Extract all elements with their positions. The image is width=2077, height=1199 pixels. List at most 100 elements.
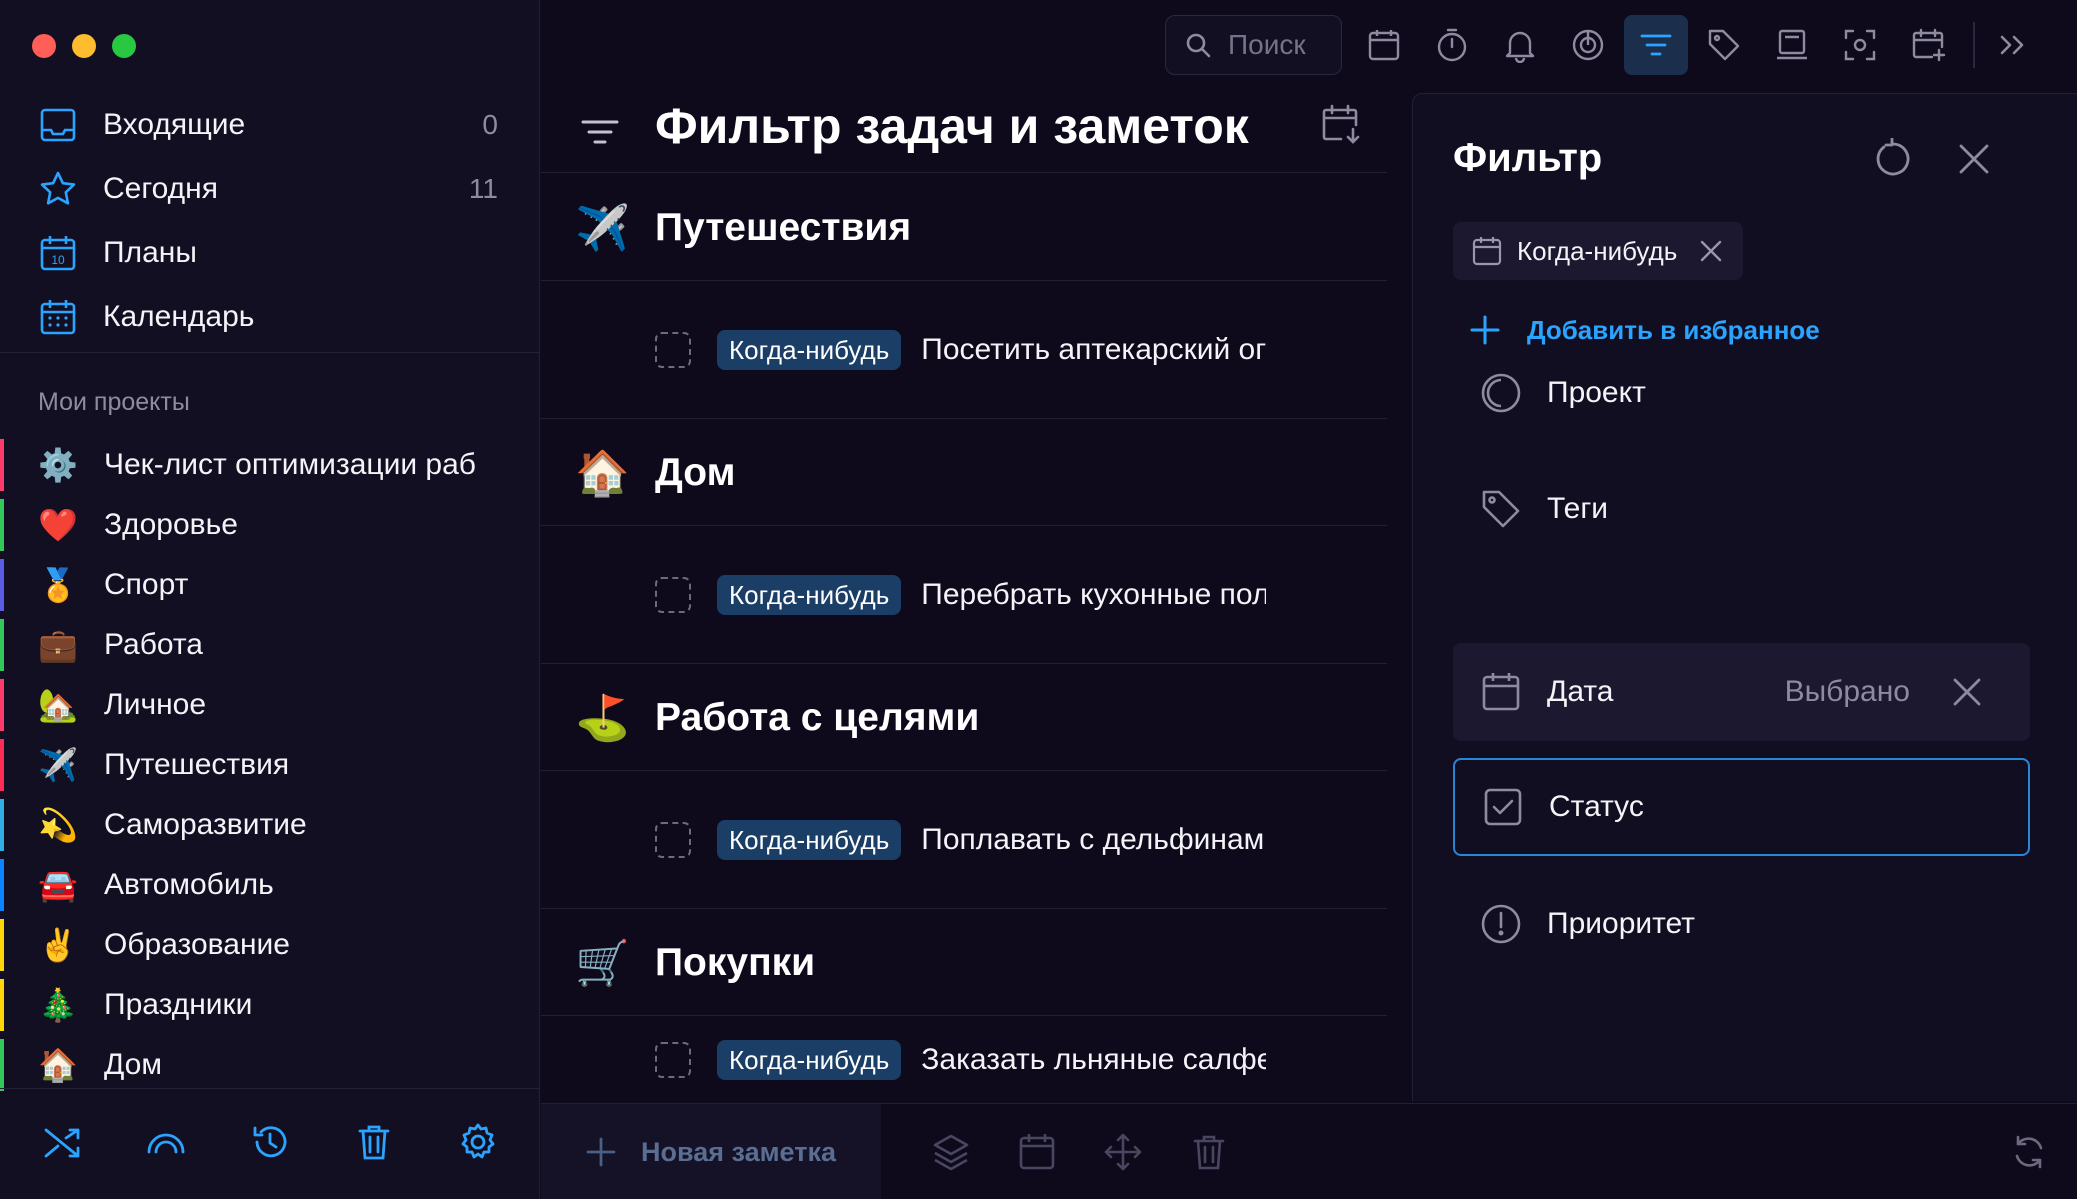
- project-color-bar: [0, 559, 4, 611]
- group-header[interactable]: ⛳ Работа с целями: [541, 665, 1387, 771]
- refresh-icon[interactable]: [2011, 1134, 2047, 1170]
- project-item[interactable]: 🏅 Спорт: [0, 555, 540, 615]
- add-calendar-icon[interactable]: [1896, 15, 1960, 75]
- project-color-bar: [0, 739, 4, 791]
- inbox-icon: [38, 105, 78, 145]
- close-icon[interactable]: [1955, 140, 1993, 178]
- project-color-bar: [0, 919, 4, 971]
- airplane-icon: ✈️: [575, 202, 630, 254]
- group-header[interactable]: ✈️ Путешествия: [541, 175, 1387, 281]
- project-label: Чек-лист оптимизации раб: [104, 448, 476, 481]
- rainbow-icon[interactable]: [146, 1122, 186, 1162]
- trash-icon[interactable]: [354, 1122, 394, 1162]
- calendar-icon[interactable]: [1352, 15, 1416, 75]
- calendar-10-icon: 10: [38, 233, 78, 273]
- project-label: Личное: [104, 688, 207, 721]
- task-row[interactable]: Когда-нибудь Посетить аптекарский ог: [541, 282, 1387, 419]
- timer-icon[interactable]: [1420, 15, 1484, 75]
- history-icon[interactable]: [250, 1122, 290, 1162]
- filter-row-project[interactable]: Проект: [1453, 344, 2030, 442]
- remove-chip-icon[interactable]: [1697, 237, 1725, 265]
- filter-row-status[interactable]: Статус: [1453, 758, 2030, 856]
- filter-icon[interactable]: [1624, 15, 1688, 75]
- project-label: Работа: [104, 628, 203, 661]
- add-to-favorites-button[interactable]: Добавить в избранное: [1469, 314, 1820, 346]
- page-title: Фильтр задач и заметок: [655, 98, 1249, 154]
- filter-panel-title: Фильтр: [1453, 136, 1603, 180]
- project-item[interactable]: ✈️ Путешествия: [0, 735, 540, 795]
- project-item[interactable]: 🎄 Праздники: [0, 975, 540, 1035]
- task-title: Посетить аптекарский ог: [921, 333, 1267, 366]
- project-item[interactable]: 💫 Саморазвитие: [0, 795, 540, 855]
- new-note-button[interactable]: Новая заметка: [541, 1104, 881, 1199]
- task-row[interactable]: Когда-нибудь Заказать льняные салфе: [541, 1017, 1387, 1103]
- project-item[interactable]: 🚘 Автомобиль: [0, 855, 540, 915]
- filter-row-label: Приоритет: [1547, 907, 1695, 940]
- task-title: Поплавать с дельфинами: [921, 823, 1267, 856]
- car-icon: 🚘: [38, 866, 78, 904]
- minimize-window-button[interactable]: [72, 34, 96, 58]
- group-title: Путешествия: [655, 205, 912, 249]
- group-title: Работа с целями: [655, 695, 980, 739]
- sidebar-item-label: Входящие: [103, 108, 246, 141]
- project-item[interactable]: 🏡 Личное: [0, 675, 540, 735]
- clear-icon[interactable]: [1950, 675, 1984, 709]
- group-header[interactable]: 🛒 Покупки: [541, 910, 1387, 1016]
- medal-icon: 🏅: [38, 566, 78, 604]
- project-item[interactable]: 💼 Работа: [0, 615, 540, 675]
- house-icon: 🏠: [575, 447, 630, 499]
- settings-icon[interactable]: [458, 1122, 498, 1162]
- task-checkbox[interactable]: [655, 332, 691, 368]
- house-garden-icon: 🏡: [38, 686, 78, 724]
- filter-row-tags[interactable]: Теги: [1453, 460, 2030, 558]
- scan-icon[interactable]: [1828, 15, 1892, 75]
- search-input[interactable]: Поиск: [1165, 15, 1342, 75]
- project-item[interactable]: 🏠 Дом: [0, 1035, 540, 1095]
- group-header[interactable]: 🏠 Дом: [541, 420, 1387, 526]
- active-filter-chip[interactable]: Когда-нибудь: [1453, 222, 1744, 280]
- filter-row-priority[interactable]: Приоритет: [1453, 875, 2030, 973]
- tag-icon: [1479, 487, 1523, 531]
- priority-icon: [1479, 902, 1523, 946]
- focus-icon[interactable]: [1556, 15, 1620, 75]
- project-item[interactable]: ✌️ Образование: [0, 915, 540, 975]
- tag-icon[interactable]: [1692, 15, 1756, 75]
- calendar-sort-icon[interactable]: [1319, 103, 1363, 147]
- task-title: Заказать льняные салфе: [921, 1043, 1267, 1076]
- expand-icon[interactable]: [1980, 15, 2044, 75]
- filter-icon[interactable]: [579, 111, 621, 153]
- move-icon[interactable]: [1103, 1132, 1143, 1172]
- calendar-icon[interactable]: [1017, 1132, 1057, 1172]
- sidebar-item-calendar[interactable]: Календарь: [0, 285, 540, 349]
- shuffle-icon[interactable]: [42, 1122, 82, 1162]
- plus-icon: [1469, 314, 1501, 346]
- project-item[interactable]: ⚙️ Чек-лист оптимизации раб: [0, 435, 540, 495]
- task-checkbox[interactable]: [655, 822, 691, 858]
- card-icon[interactable]: [1760, 15, 1824, 75]
- project-color-bar: [0, 619, 4, 671]
- task-checkbox[interactable]: [655, 1042, 691, 1078]
- sidebar-item-today[interactable]: Сегодня 11: [0, 157, 540, 221]
- task-row[interactable]: Когда-нибудь Перебрать кухонные пол: [541, 527, 1387, 664]
- project-color-bar: [0, 979, 4, 1031]
- chip-label: Когда-нибудь: [1517, 235, 1678, 266]
- zoom-window-button[interactable]: [112, 34, 136, 58]
- project-label: Путешествия: [104, 748, 290, 781]
- close-window-button[interactable]: [32, 34, 56, 58]
- layers-icon[interactable]: [931, 1132, 971, 1172]
- filter-row-value: Выбрано: [1784, 675, 1910, 708]
- trash-icon[interactable]: [1189, 1132, 1229, 1172]
- bottom-toolbar: Новая заметка: [541, 1103, 2077, 1199]
- sidebar-item-plans[interactable]: 10 Планы: [0, 221, 540, 285]
- project-item[interactable]: ❤️ Здоровье: [0, 495, 540, 555]
- sidebar-item-inbox[interactable]: Входящие 0: [0, 93, 540, 157]
- window-controls: [32, 34, 136, 58]
- bell-icon[interactable]: [1488, 15, 1552, 75]
- project-label: Праздники: [104, 988, 253, 1021]
- filter-row-date[interactable]: Дата Выбрано: [1453, 643, 2030, 741]
- divider: [0, 352, 540, 353]
- task-checkbox[interactable]: [655, 577, 691, 613]
- task-row[interactable]: Когда-нибудь Поплавать с дельфинами: [541, 772, 1387, 909]
- reset-icon[interactable]: [1873, 138, 1915, 180]
- projects-list: ⚙️ Чек-лист оптимизации раб ❤️ Здоровье 🏅 С…: [0, 435, 540, 1095]
